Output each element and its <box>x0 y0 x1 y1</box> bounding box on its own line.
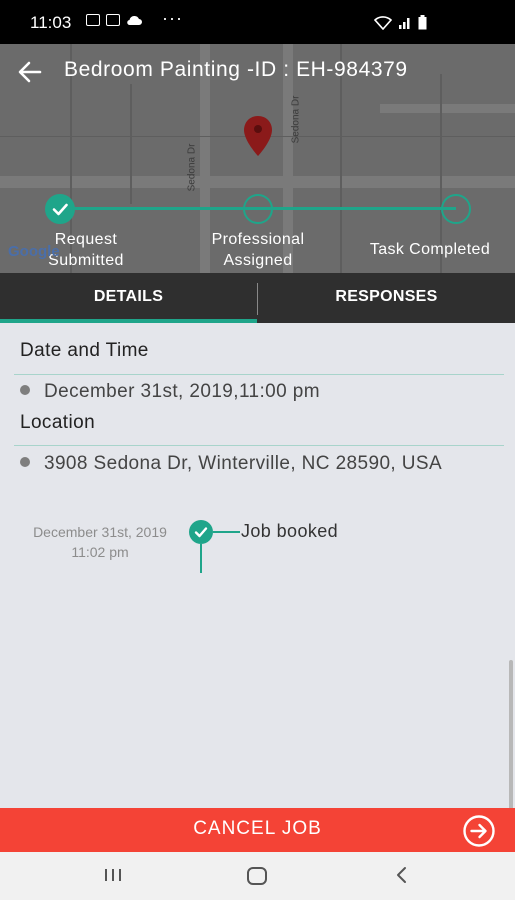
location-value: 3908 Sedona Dr, Winterville, NC 28590, U… <box>44 453 443 474</box>
location-label: Location <box>20 412 96 433</box>
recent-apps-icon[interactable] <box>102 864 124 886</box>
location-pin-icon[interactable] <box>242 114 274 158</box>
arrow-right-circle-icon <box>463 815 495 847</box>
more-notifications-icon: ··· <box>162 8 183 28</box>
battery-icon <box>418 15 427 30</box>
street-label: Sedona Dr <box>290 95 302 144</box>
scrollbar[interactable] <box>509 660 513 830</box>
timeline-event: Job booked <box>241 521 339 541</box>
timeline-datetime: December 31st, 2019 11:02 pm <box>33 524 167 560</box>
signal-icon <box>399 18 410 29</box>
street-label: Sedona Dr <box>186 143 198 192</box>
bullet-icon <box>20 385 30 395</box>
system-nav-bar <box>0 852 515 900</box>
divider <box>14 374 504 375</box>
notification-icons <box>86 14 142 26</box>
home-icon[interactable] <box>245 864 269 888</box>
image-notification-icon <box>86 14 100 26</box>
step-task-completed <box>441 194 471 224</box>
tab-responses[interactable]: RESPONSES <box>258 273 515 323</box>
google-logo: Google <box>8 243 60 260</box>
timeline-connector <box>200 544 202 573</box>
timeline-connector <box>213 531 240 533</box>
step-label: Task Completed <box>369 241 491 258</box>
wifi-icon <box>374 16 392 30</box>
cloud-icon <box>127 15 142 26</box>
app-header: Bedroom Painting -ID : EH-984379 <box>0 44 515 100</box>
status-bar: 11:03 ··· <box>0 0 515 44</box>
back-arrow-icon[interactable] <box>16 58 44 86</box>
step-request-submitted <box>45 194 75 224</box>
system-indicators <box>374 15 427 30</box>
cancel-job-label: CANCEL JOB <box>193 818 322 839</box>
step-label: Professional Assigned <box>211 231 305 269</box>
tab-bar: DETAILS RESPONSES <box>0 273 515 323</box>
cancel-job-button[interactable]: CANCEL JOB <box>0 808 515 852</box>
bullet-icon <box>20 457 30 467</box>
date-time-label: Date and Time <box>20 340 149 361</box>
page-title: Bedroom Painting -ID : EH-984379 <box>64 58 408 81</box>
date-time-value: December 31st, 2019,11:00 pm <box>44 381 320 402</box>
step-professional-assigned <box>243 194 273 224</box>
back-nav-icon[interactable] <box>391 864 413 886</box>
status-time: 11:03 <box>30 13 72 32</box>
active-tab-indicator <box>0 319 257 323</box>
gallery-notification-icon <box>106 14 120 26</box>
map-view[interactable]: Sedona Dr Sedona Dr Bedroom Painting -ID… <box>0 44 515 273</box>
checkmark-icon <box>52 203 68 216</box>
divider <box>14 445 504 446</box>
timeline-check-icon <box>189 520 213 544</box>
tab-details[interactable]: DETAILS <box>0 273 257 323</box>
